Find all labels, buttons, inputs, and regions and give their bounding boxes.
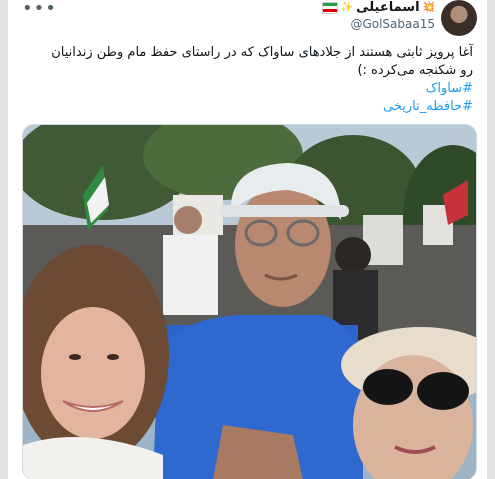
hashtag-link[interactable]: #ساواک <box>25 80 473 98</box>
author-name-row[interactable]: 💥 اسماعیلی ✨ <box>321 0 435 15</box>
selfie-photo-icon <box>23 125 476 479</box>
tweet-photo[interactable] <box>22 124 477 479</box>
iran-flag-icon <box>321 1 338 14</box>
avatar[interactable] <box>441 0 477 36</box>
author-handle[interactable]: @GolSabaa15 <box>350 17 435 31</box>
sparkle-icon: 💥 <box>422 2 435 13</box>
author-display-name[interactable]: اسماعیلی <box>356 0 419 15</box>
hashtag-link[interactable]: #حافظه_تاریخی <box>25 98 473 116</box>
more-horizontal-icon[interactable]: ••• <box>22 0 57 19</box>
tweet-card: ••• 💥 اسماعیلی ✨ @GolSabaa15 آغا پرویز ث… <box>8 0 487 479</box>
sparkle-icon-2: ✨ <box>340 2 354 13</box>
tweet-text-line: رو شکنجه می‌کرده :) <box>357 63 473 78</box>
tweet-text-line: آغا پرویز ثابتی هستند از جلادهای ساواک ک… <box>51 45 473 60</box>
tweet-body: آغا پرویز ثابتی هستند از جلادهای ساواک ک… <box>25 44 473 116</box>
tweet-header: ••• 💥 اسماعیلی ✨ @GolSabaa15 <box>8 0 487 40</box>
